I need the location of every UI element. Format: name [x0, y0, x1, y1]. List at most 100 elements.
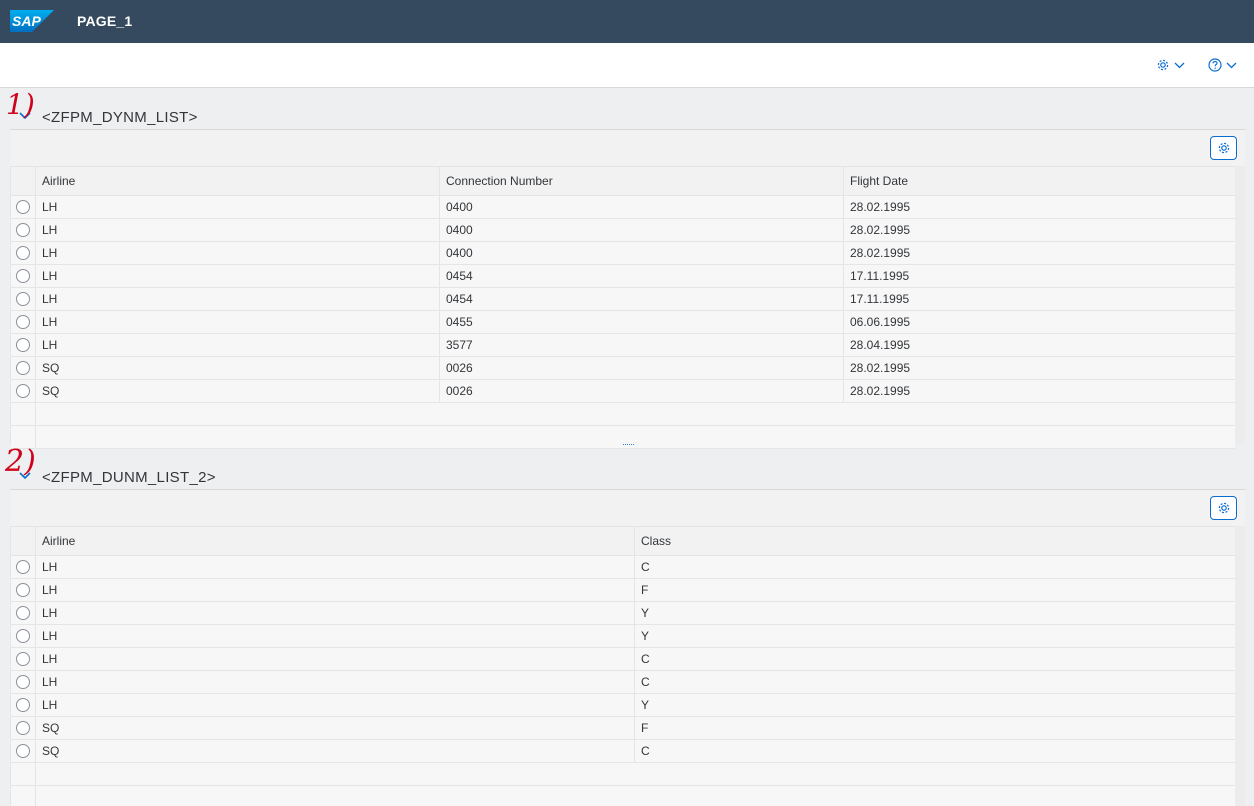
table-row[interactable]: LH Y	[11, 625, 1235, 648]
table-header-row: Airline Connection Number Flight Date	[11, 166, 1235, 196]
row-radio-button[interactable]	[16, 384, 30, 398]
empty-cell	[35, 786, 1235, 806]
table-row[interactable]: LH 0400 28.02.1995	[11, 242, 1235, 265]
row-radio-button[interactable]	[16, 560, 30, 574]
select-all-cell	[11, 167, 35, 195]
table-cell: 0026	[439, 357, 843, 379]
row-radio-button[interactable]	[16, 744, 30, 758]
table-cell: 28.02.1995	[843, 196, 1235, 218]
table-cell: LH	[35, 625, 634, 647]
table-cell: LH	[35, 242, 439, 264]
row-selector	[11, 265, 35, 287]
table-cell: 28.02.1995	[843, 242, 1235, 264]
row-radio-button[interactable]	[16, 652, 30, 666]
gear-icon	[1218, 502, 1229, 514]
row-selector	[11, 288, 35, 310]
panel-1-table-toolbar	[10, 129, 1245, 166]
table-cell: LH	[35, 579, 634, 601]
column-header[interactable]: Class	[634, 527, 1235, 555]
page-title: PAGE_1	[77, 13, 133, 29]
page-toolbar	[0, 43, 1254, 88]
row-radio-button[interactable]	[16, 361, 30, 375]
table-cell: Y	[634, 602, 1235, 624]
empty-cell	[35, 403, 1235, 425]
settings-menu-button[interactable]	[1156, 55, 1185, 75]
row-selector	[11, 717, 35, 739]
chevron-down-icon[interactable]	[18, 471, 32, 481]
row-radio-button[interactable]	[16, 338, 30, 352]
table-cell: C	[634, 648, 1235, 670]
table-row[interactable]: LH Y	[11, 694, 1235, 717]
table-cell: C	[634, 671, 1235, 693]
table-row[interactable]: LH 0400 28.02.1995	[11, 219, 1235, 242]
row-selector	[11, 671, 35, 693]
table-cell: LH	[35, 556, 634, 578]
column-header[interactable]: Flight Date	[843, 167, 1235, 195]
vertical-scrollbar[interactable]	[1234, 166, 1245, 444]
table-cell: LH	[35, 265, 439, 287]
row-radio-button[interactable]	[16, 606, 30, 620]
empty-row	[11, 403, 1235, 426]
table-row[interactable]: SQ F	[11, 717, 1235, 740]
table-cell: 3577	[439, 334, 843, 356]
chevron-down-icon[interactable]	[18, 111, 32, 121]
row-radio-button[interactable]	[16, 629, 30, 643]
panel-1-table: Airline Connection Number Flight Date LH 040…	[10, 166, 1245, 449]
sap-logo[interactable]: SAP	[10, 10, 54, 32]
table-row[interactable]: LH 0454 17.11.1995	[11, 265, 1235, 288]
empty-cell	[35, 763, 1235, 785]
table-cell: LH	[35, 334, 439, 356]
table-cell: 0454	[439, 288, 843, 310]
row-radio-button[interactable]	[16, 698, 30, 712]
row-radio-button[interactable]	[16, 721, 30, 735]
row-radio-button[interactable]	[16, 269, 30, 283]
gear-icon	[1157, 59, 1169, 71]
row-selector	[11, 625, 35, 647]
sap-logo-text: SAP	[12, 13, 41, 29]
row-radio-button[interactable]	[16, 292, 30, 306]
table-row[interactable]: LH C	[11, 671, 1235, 694]
table-row[interactable]: LH C	[11, 556, 1235, 579]
panel-title: <ZFPM_DYNM_LIST>	[42, 109, 198, 126]
table-cell: LH	[35, 602, 634, 624]
row-radio-button[interactable]	[16, 675, 30, 689]
table-row[interactable]: SQ 0026 28.02.1995	[11, 380, 1235, 403]
row-radio-button[interactable]	[16, 223, 30, 237]
table-row[interactable]: LH 0400 28.02.1995	[11, 196, 1235, 219]
help-menu-button[interactable]	[1208, 55, 1237, 75]
row-radio-button[interactable]	[16, 583, 30, 597]
table-row[interactable]: SQ C	[11, 740, 1235, 763]
table-cell: LH	[35, 671, 634, 693]
table-row[interactable]: LH C	[11, 648, 1235, 671]
column-header[interactable]: Airline	[35, 527, 634, 555]
row-radio-button[interactable]	[16, 200, 30, 214]
table-row[interactable]: SQ 0026 28.02.1995	[11, 357, 1235, 380]
chevron-down-icon	[1226, 62, 1237, 68]
row-selector	[11, 380, 35, 402]
row-selector	[11, 694, 35, 716]
table-row[interactable]: LH 3577 28.04.1995	[11, 334, 1235, 357]
row-selector	[11, 648, 35, 670]
table-row[interactable]: LH F	[11, 579, 1235, 602]
column-header[interactable]: Connection Number	[439, 167, 843, 195]
table-settings-button[interactable]	[1210, 136, 1237, 160]
table-row[interactable]: LH 0455 06.06.1995	[11, 311, 1235, 334]
vertical-scrollbar[interactable]	[1234, 526, 1245, 806]
row-radio-button[interactable]	[16, 246, 30, 260]
table-resize-handle[interactable]: ······	[622, 440, 635, 449]
row-radio-button[interactable]	[16, 315, 30, 329]
column-header[interactable]: Airline	[35, 167, 439, 195]
table-cell: 28.02.1995	[843, 380, 1235, 402]
help-icon	[1208, 58, 1222, 72]
row-selector	[11, 334, 35, 356]
panel-2-table: Airline Class LH C LH F LH Y LH Y LH C LH C LH Y SQ F SQ C	[10, 526, 1245, 806]
panel-2-table-toolbar	[10, 489, 1245, 526]
table-cell: 0400	[439, 219, 843, 241]
table-cell: 17.11.1995	[843, 288, 1235, 310]
table-cell: 28.04.1995	[843, 334, 1235, 356]
table-row[interactable]: LH Y	[11, 602, 1235, 625]
table-row[interactable]: LH 0454 17.11.1995	[11, 288, 1235, 311]
table-cell: Y	[634, 625, 1235, 647]
table-settings-button[interactable]	[1210, 496, 1237, 520]
table-cell: 0400	[439, 196, 843, 218]
